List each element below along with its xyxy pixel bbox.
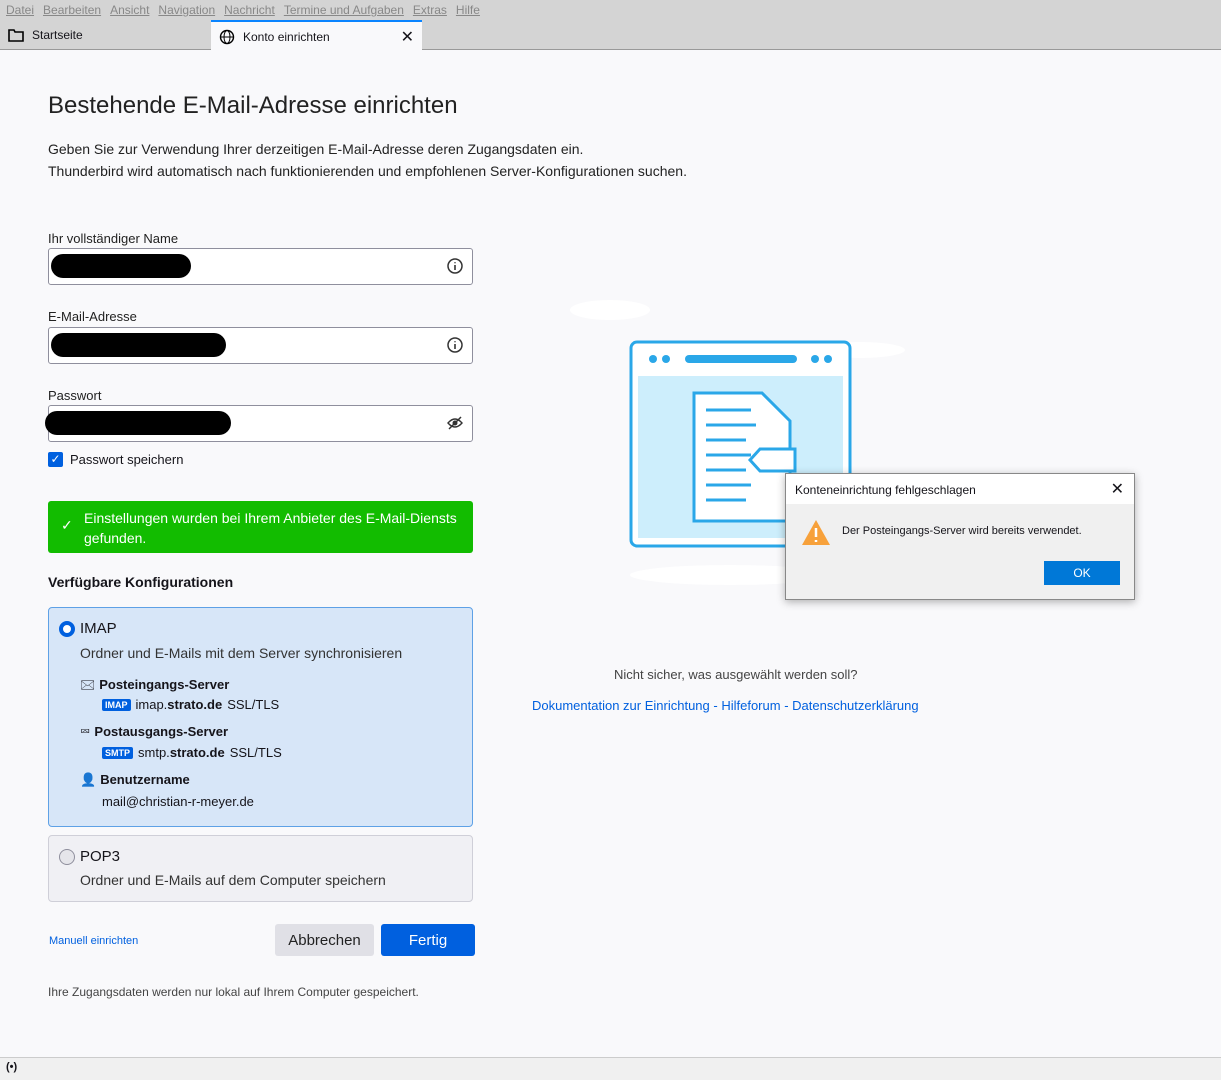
incoming-server: IMAP imap.strato.de SSL/TLS [102, 697, 279, 712]
imap-option[interactable]: IMAP Ordner und E-Mails mit dem Server s… [48, 607, 473, 827]
imap-radio[interactable] [59, 621, 75, 637]
menu-nachricht[interactable]: Nachricht [224, 3, 275, 17]
docs-link[interactable]: Dokumentation zur Einrichtung [532, 698, 710, 713]
page-title: Bestehende E-Mail-Adresse einrichten [48, 92, 458, 119]
tab-konto-einrichten[interactable]: Konto einrichten ✕ [211, 20, 422, 51]
warning-icon [802, 520, 830, 545]
smtp-badge: SMTP [102, 746, 134, 759]
menu-bearbeiten[interactable]: Bearbeiten [43, 3, 101, 17]
outgoing-server: SMTP smtp.strato.de SSL/TLS [102, 745, 282, 760]
email-label: E-Mail-Adresse [48, 309, 137, 324]
redacted [51, 333, 226, 357]
ok-button[interactable]: OK [1044, 561, 1120, 585]
redacted [45, 411, 231, 435]
pop3-title: POP3 [80, 848, 121, 865]
menu-ansicht[interactable]: Ansicht [110, 3, 149, 17]
outgoing-label: Postausgangs-Server [94, 724, 229, 739]
footer-note: Ihre Zugangsdaten werden nur lokal auf I… [48, 985, 419, 999]
outgoing-server-heading: ⮹ Postausgangs-Server [80, 724, 228, 740]
host: strato.de [169, 745, 225, 760]
incoming-label: Posteingangs-Server [99, 677, 230, 692]
privacy-link[interactable]: Datenschutzerklärung [792, 698, 918, 713]
intro-line: Geben Sie zur Verwendung Ihrer derzeitig… [48, 141, 584, 157]
tab-bar: Startseite Konto einrichten ✕ [0, 20, 1221, 51]
remember-password-checkbox[interactable]: ✓ Passwort speichern [48, 452, 183, 467]
username-value: mail@christian-r-meyer.de [102, 794, 254, 809]
info-icon[interactable] [446, 257, 464, 275]
pop3-option[interactable]: POP3 Ordner und E-Mails auf dem Computer… [48, 835, 473, 902]
imap-title: IMAP [80, 620, 117, 637]
username-heading: 👤 Benutzername [80, 772, 190, 788]
close-dialog-icon[interactable]: ✕ [1111, 479, 1124, 499]
security: SSL/TLS [227, 697, 280, 712]
cancel-button[interactable]: Abbrechen [275, 924, 374, 956]
error-dialog: Konteneinrichtung fehlgeschlagen ✕ Der Po… [785, 473, 1135, 600]
host-prefix: imap. [135, 697, 168, 712]
security: SSL/TLS [229, 745, 282, 760]
imap-badge: IMAP [102, 698, 131, 711]
inbox-icon: 🖂 [80, 677, 96, 692]
forum-link[interactable]: Hilfeforum [721, 698, 780, 713]
checkmark-icon: ✓ [48, 452, 63, 467]
password-label: Passwort [48, 388, 102, 403]
pop3-desc: Ordner und E-Mails auf dem Computer spei… [80, 872, 386, 888]
success-notification: ✓ Einstellungen wurden bei Ihrem Anbieter… [48, 501, 473, 553]
done-button[interactable]: Fertig [381, 924, 475, 956]
menu-extras[interactable]: Extras [413, 3, 447, 17]
dialog-message: Der Posteingangs-Server wird bereits ver… [842, 525, 1082, 537]
name-label: Ihr vollständiger Name [48, 231, 179, 246]
menu-hilfe[interactable]: Hilfe [456, 3, 480, 17]
manual-setup-link[interactable]: Manuell einrichten [49, 935, 138, 947]
info-icon[interactable] [446, 336, 464, 354]
tab-startseite[interactable]: Startseite [0, 20, 91, 50]
name-input[interactable] [48, 248, 473, 285]
intro-line: Thunderbird wird automatisch nach funkti… [48, 163, 687, 179]
dialog-title: Konteneinrichtung fehlgeschlagen [795, 483, 976, 497]
imap-desc: Ordner und E-Mails mit dem Server synchr… [80, 645, 403, 661]
status-bar: (•) [0, 1057, 1221, 1080]
checkbox-label: Passwort speichern [70, 452, 184, 467]
user-icon: 👤 [80, 772, 97, 787]
menu-bar: Datei Bearbeiten Ansicht Navigation Nach… [0, 0, 1221, 20]
host-prefix: smtp. [138, 745, 170, 760]
configs-heading: Verfügbare Konfigurationen [48, 574, 234, 590]
close-tab-icon[interactable]: ✕ [401, 27, 414, 47]
eye-hidden-icon[interactable] [446, 414, 464, 432]
menu-termine[interactable]: Termine und Aufgaben [284, 3, 404, 17]
email-input[interactable] [48, 327, 473, 364]
globe-icon [219, 29, 235, 44]
separator: - [709, 698, 722, 713]
success-text: Einstellungen wurden bei Ihrem Anbieter … [84, 510, 457, 546]
check-icon: ✓ [61, 517, 73, 533]
redacted [51, 254, 191, 278]
help-text: Nicht sicher, was ausgewählt werden soll… [614, 667, 858, 682]
intro-text: Geben Sie zur Verwendung Ihrer derzeitig… [48, 138, 687, 182]
pop3-radio[interactable] [59, 849, 75, 865]
password-input[interactable] [45, 405, 473, 442]
incoming-server-heading: 🖂 Posteingangs-Server [80, 676, 229, 698]
tab-label: Startseite [32, 28, 83, 42]
username-label: Benutzername [100, 772, 190, 787]
separator: - [780, 698, 793, 713]
dialog-titlebar: Konteneinrichtung fehlgeschlagen ✕ [786, 474, 1134, 504]
help-links: Dokumentation zur Einrichtung - Hilfefor… [532, 698, 919, 713]
online-status-icon[interactable]: (•) [6, 1061, 17, 1073]
folder-icon [8, 29, 24, 42]
menu-navigation[interactable]: Navigation [158, 3, 215, 17]
outbox-icon: ⮹ [80, 724, 91, 739]
menu-datei[interactable]: Datei [6, 3, 34, 17]
tab-label: Konto einrichten [243, 29, 330, 44]
host: strato.de [167, 697, 223, 712]
